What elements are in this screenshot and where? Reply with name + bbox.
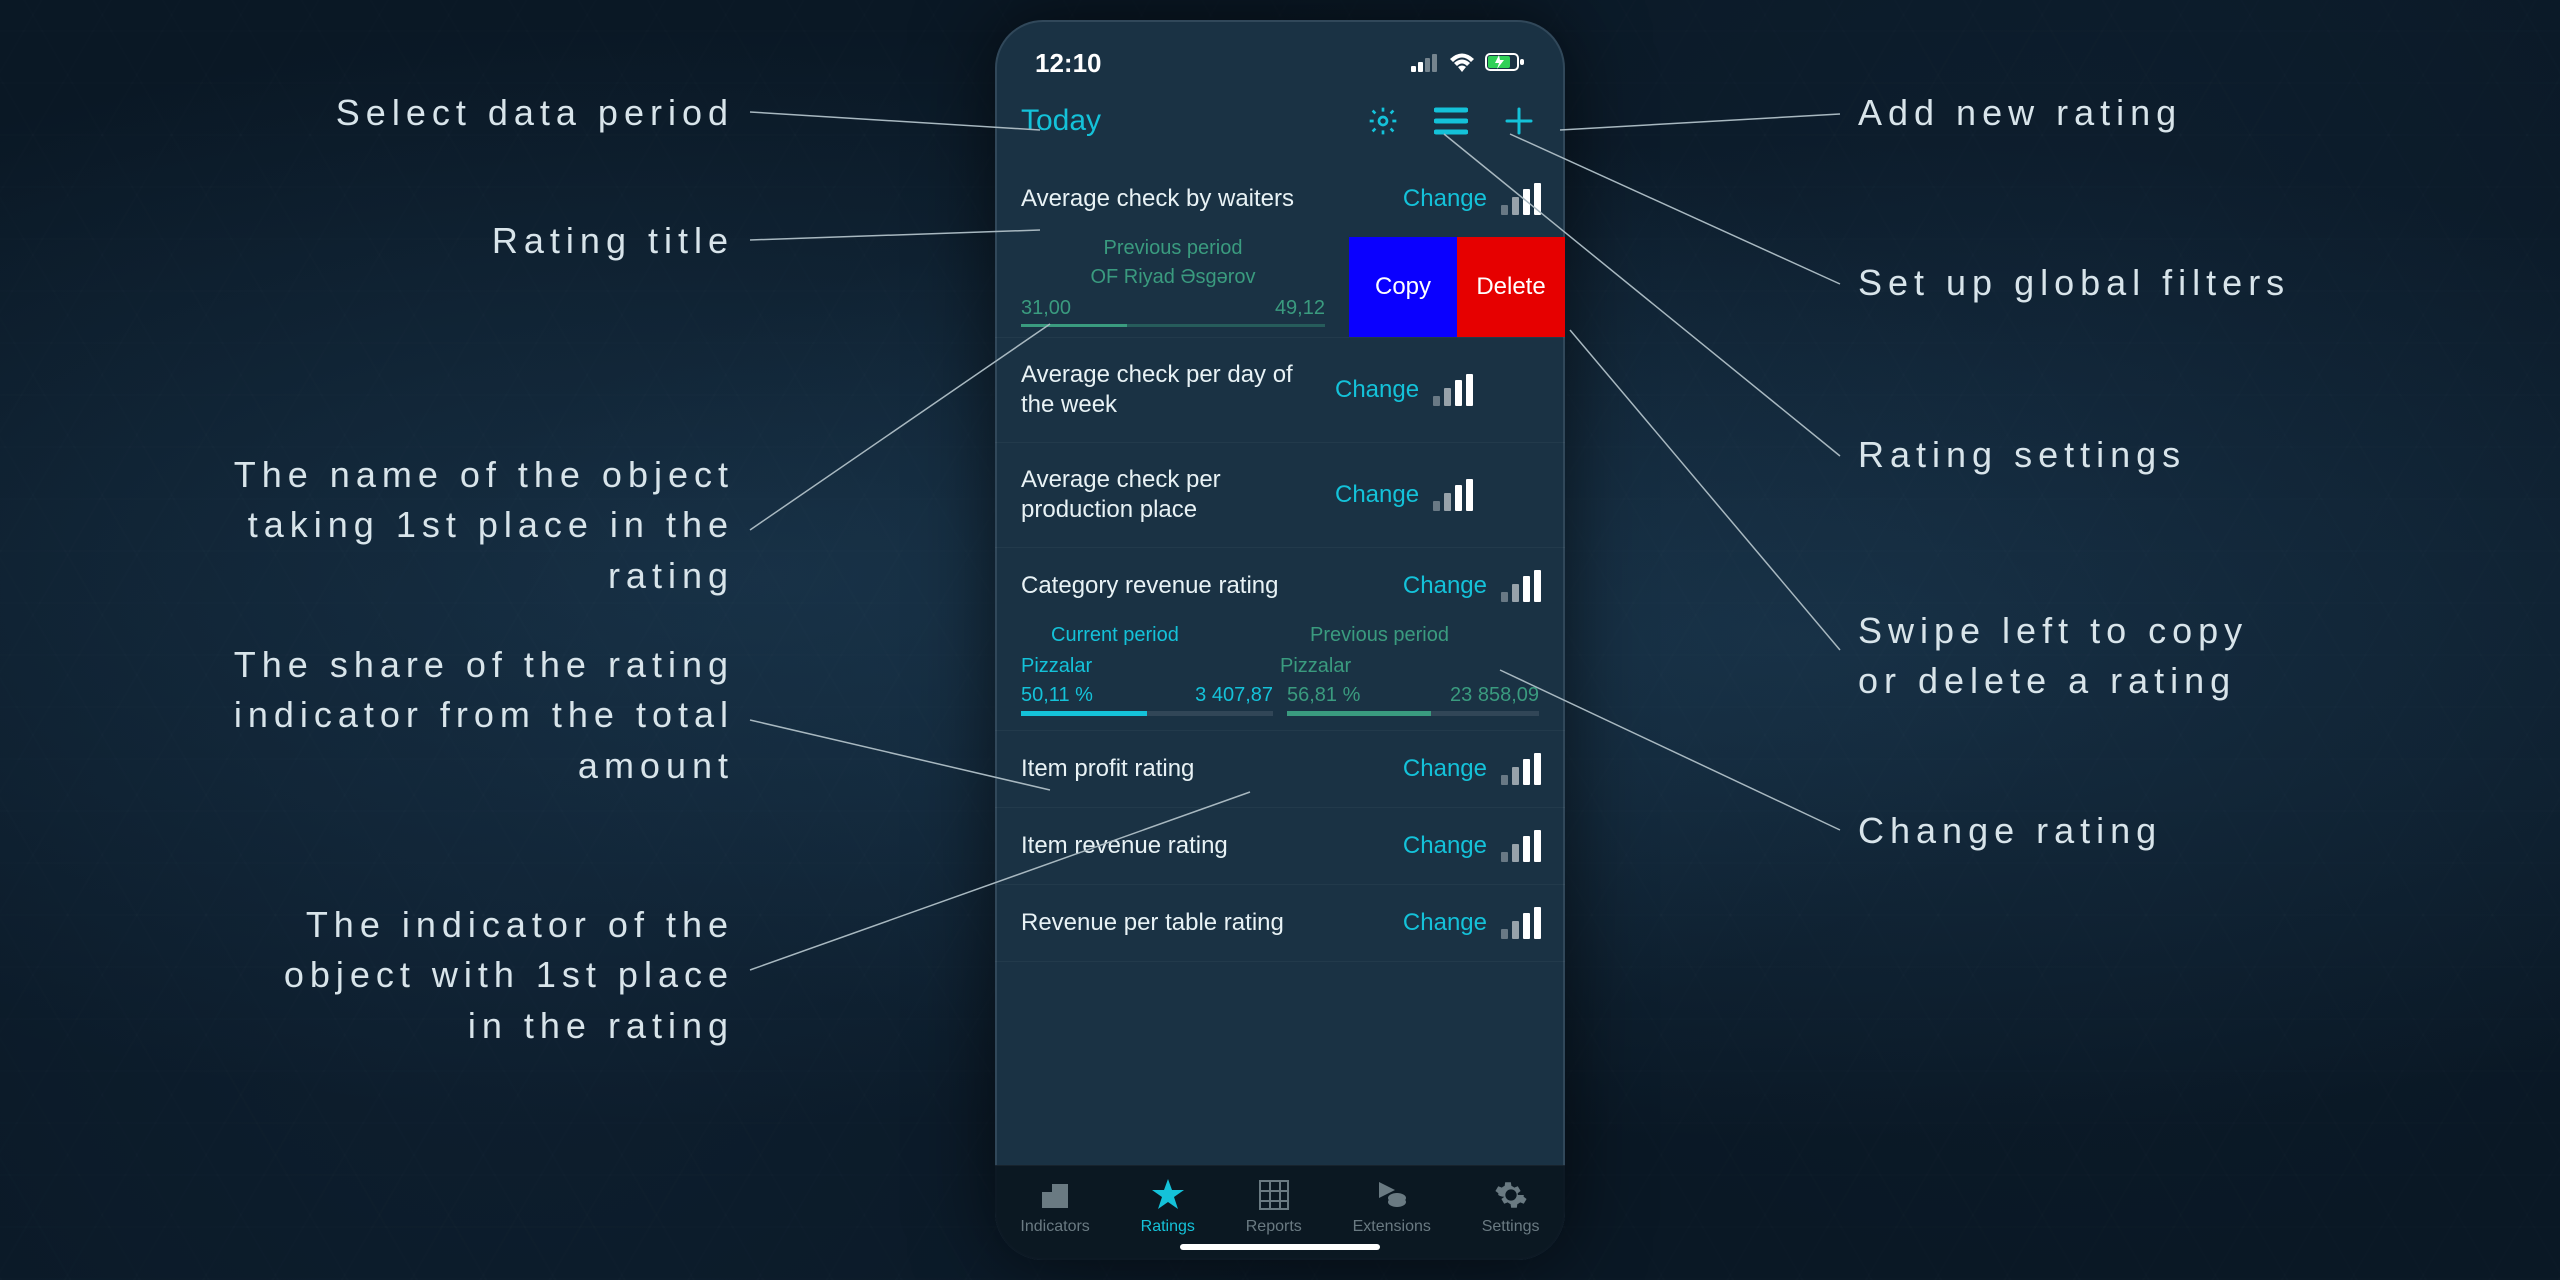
rating-item[interactable]: Average check per production place Chang… (995, 443, 1565, 548)
callout-change-rating: Change rating (1858, 810, 2162, 852)
rating-title: Revenue per table rating (1021, 908, 1389, 938)
bars-icon[interactable] (1501, 570, 1541, 602)
top-object-name: OF Riyad Əsgərov (1021, 266, 1325, 289)
app-header: Today (995, 89, 1565, 161)
status-bar: 12:10 (995, 20, 1565, 89)
change-link[interactable]: Change (1335, 376, 1419, 404)
home-indicator (1180, 1244, 1380, 1250)
tab-label: Extensions (1353, 1218, 1431, 1236)
rating-item[interactable]: Revenue per table rating Change (995, 885, 1565, 962)
settings-gear-icon[interactable] (1363, 101, 1403, 141)
cellular-icon (1411, 48, 1439, 79)
indicators-icon (1036, 1176, 1074, 1214)
grid-icon (1255, 1176, 1293, 1214)
battery-icon (1485, 48, 1525, 79)
rating-title: Average check by waiters (1021, 184, 1389, 214)
rating-title: Item revenue rating (1021, 831, 1389, 861)
change-link[interactable]: Change (1403, 909, 1487, 937)
callout-rating-title: Rating title (492, 220, 734, 262)
current-period-label: Current period (1021, 624, 1280, 647)
current-pct: 50,11 % (1021, 684, 1093, 707)
bars-icon[interactable] (1501, 753, 1541, 785)
period-label-previous: Previous period (1021, 237, 1325, 260)
change-link[interactable]: Change (1403, 832, 1487, 860)
callout-global-filters: Set up global filters (1858, 262, 2290, 304)
tab-reports[interactable]: Reports (1246, 1176, 1302, 1236)
callout-rating-settings: Rating settings (1858, 434, 2186, 476)
period-selector[interactable]: Today (1021, 104, 1335, 138)
previous-bar (1287, 711, 1539, 716)
callout-indicator: The indicator of the object with 1st pla… (284, 900, 734, 1051)
bars-icon[interactable] (1433, 374, 1473, 406)
bars-icon[interactable] (1501, 183, 1541, 215)
rating-title: Average check per day of the week (1021, 360, 1321, 420)
rating-item[interactable]: Item profit rating Change (995, 731, 1565, 808)
extensions-icon (1373, 1176, 1411, 1214)
copy-button[interactable]: Copy (1349, 237, 1457, 337)
callout-swipe: Swipe left to copy or delete a rating (1858, 606, 2248, 707)
rating-title: Category revenue rating (1021, 571, 1389, 601)
bars-icon[interactable] (1501, 830, 1541, 862)
ratings-list: Average check by waiters Change Previous… (995, 161, 1565, 962)
rating-item[interactable]: Category revenue rating Change Current p… (995, 548, 1565, 731)
callout-share: The share of the rating indicator from t… (234, 640, 734, 791)
wifi-icon (1449, 48, 1475, 79)
star-icon (1149, 1176, 1187, 1214)
tab-settings[interactable]: Settings (1482, 1176, 1540, 1236)
rating-title: Average check per production place (1021, 465, 1321, 525)
delete-button[interactable]: Delete (1457, 237, 1565, 337)
change-link[interactable]: Change (1403, 572, 1487, 600)
tab-label: Ratings (1141, 1218, 1195, 1236)
add-rating-icon[interactable] (1499, 101, 1539, 141)
tab-extensions[interactable]: Extensions (1353, 1176, 1431, 1236)
tab-ratings[interactable]: Ratings (1141, 1176, 1195, 1236)
current-val: 3 407,87 (1195, 684, 1273, 707)
change-link[interactable]: Change (1335, 481, 1419, 509)
callout-select-period: Select data period (336, 92, 734, 134)
current-top-name: Pizzalar (1021, 655, 1280, 678)
value-left: 31,00 (1021, 297, 1071, 320)
change-link[interactable]: Change (1403, 755, 1487, 783)
value-right: 49,12 (1275, 297, 1325, 320)
callout-add-rating: Add new rating (1858, 92, 2182, 134)
current-bar (1021, 711, 1273, 716)
category-detail: Current period Previous period Pizzalar … (995, 624, 1565, 730)
callout-object-name: The name of the object taking 1st place … (234, 450, 734, 601)
phone-frame: 12:10 Today Average check (995, 20, 1565, 1260)
previous-top-name: Pizzalar (1280, 655, 1539, 678)
gear-icon (1492, 1176, 1530, 1214)
tab-label: Settings (1482, 1218, 1540, 1236)
tab-indicators[interactable]: Indicators (1020, 1176, 1089, 1236)
bars-icon[interactable] (1501, 907, 1541, 939)
tab-label: Reports (1246, 1218, 1302, 1236)
previous-val: 23 858,09 (1450, 684, 1539, 707)
rating-item[interactable]: Item revenue rating Change (995, 808, 1565, 885)
progress-bar (1021, 324, 1325, 327)
status-right (1411, 48, 1525, 79)
rating-title: Item profit rating (1021, 754, 1389, 784)
rating-item[interactable]: Average check per day of the week Change (995, 338, 1565, 443)
tab-label: Indicators (1020, 1218, 1089, 1236)
previous-period-label: Previous period (1280, 624, 1539, 647)
change-link[interactable]: Change (1403, 185, 1487, 213)
filters-list-icon[interactable] (1431, 101, 1471, 141)
bars-icon[interactable] (1433, 479, 1473, 511)
rating-item[interactable]: Average check by waiters Change Previous… (995, 161, 1565, 338)
swipe-revealed-row: Previous period OF Riyad Əsgərov 31,00 4… (995, 237, 1565, 337)
status-time: 12:10 (1035, 48, 1102, 79)
previous-pct: 56,81 % (1287, 684, 1360, 707)
